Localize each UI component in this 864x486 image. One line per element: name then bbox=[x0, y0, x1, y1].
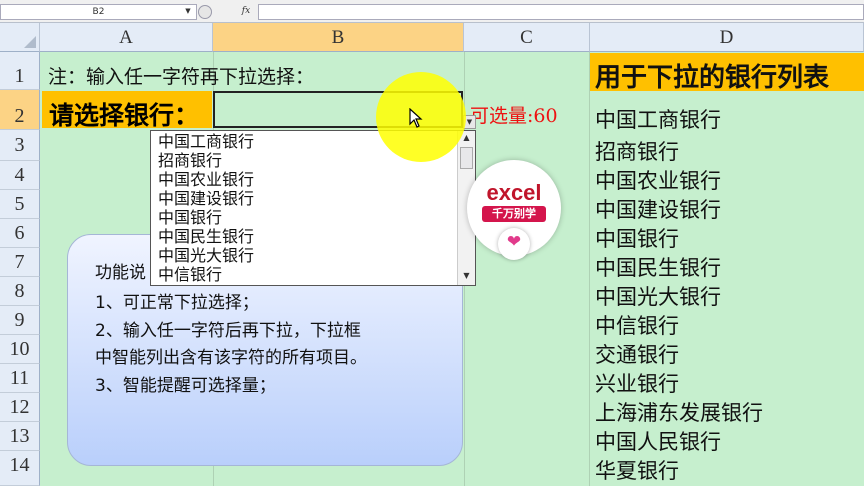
bank-list-header: 用于下拉的银行列表 bbox=[595, 63, 830, 93]
row-header[interactable]: 6 bbox=[0, 219, 40, 248]
formula-bar-expand-icon[interactable] bbox=[198, 5, 212, 19]
dropdown-option[interactable]: 中国光大银行 bbox=[158, 246, 254, 265]
dropdown-option[interactable]: 中国工商银行 bbox=[158, 132, 254, 151]
bank-list-item[interactable]: 中国建设银行 bbox=[595, 194, 721, 224]
bank-list-item[interactable]: 中信银行 bbox=[595, 310, 679, 340]
row-header[interactable]: 7 bbox=[0, 248, 40, 277]
row-header[interactable]: 12 bbox=[0, 393, 40, 422]
bank-list-item[interactable]: 中国民生银行 bbox=[595, 252, 721, 282]
bank-list-item[interactable]: 招商银行 bbox=[595, 136, 679, 166]
callout-line: 1、可正常下拉选择； bbox=[95, 293, 259, 313]
row-header[interactable]: 8 bbox=[0, 277, 40, 306]
name-box[interactable]: B2 bbox=[0, 4, 197, 20]
dropdown-option[interactable]: 中国民生银行 bbox=[158, 227, 254, 246]
bank-list-item[interactable]: 中国光大银行 bbox=[595, 281, 721, 311]
callout-line: 3、智能提醒可选择量； bbox=[95, 376, 276, 396]
formula-input[interactable] bbox=[258, 4, 864, 20]
row-header[interactable]: 10 bbox=[0, 335, 40, 364]
bank-list-item[interactable]: 交通银行 bbox=[595, 339, 679, 369]
row-header[interactable]: 14 bbox=[0, 451, 40, 486]
grid-line bbox=[589, 52, 590, 486]
dropdown-option[interactable]: 招商银行 bbox=[158, 151, 222, 170]
bank-list-item[interactable]: 华夏银行 bbox=[595, 455, 679, 485]
bank-list-item[interactable]: 中国银行 bbox=[595, 223, 679, 253]
bank-list-item[interactable]: 上海浦东发展银行 bbox=[595, 397, 763, 427]
logo-subtext: 千万别学 bbox=[482, 206, 546, 222]
column-header-b[interactable]: B bbox=[213, 23, 464, 52]
row-header[interactable]: 1 bbox=[0, 52, 40, 90]
row-header[interactable]: 3 bbox=[0, 130, 40, 161]
row-header[interactable]: 9 bbox=[0, 306, 40, 335]
heart-icon: ❤ bbox=[506, 232, 522, 252]
column-header-a[interactable]: A bbox=[40, 23, 213, 52]
dropdown-option[interactable]: 中国农业银行 bbox=[158, 170, 254, 189]
bank-list-item[interactable]: 中国工商银行 bbox=[595, 104, 721, 134]
callout-line: 中智能列出含有该字符的所有项目。 bbox=[95, 348, 367, 368]
scroll-down-icon[interactable]: ▼ bbox=[458, 269, 475, 283]
scroll-thumb[interactable] bbox=[460, 147, 473, 169]
bank-list-item[interactable]: 兴业银行 bbox=[595, 368, 679, 398]
select-bank-label: 请选择银行： bbox=[49, 101, 200, 130]
dropdown-option[interactable]: 中国银行 bbox=[158, 208, 222, 227]
cell-a1-note[interactable]: 注：输入任一字符再下拉选择： bbox=[48, 62, 314, 89]
column-header-c[interactable]: C bbox=[464, 23, 590, 52]
mouse-cursor-icon bbox=[409, 108, 423, 128]
insert-function-button[interactable]: fx bbox=[238, 4, 254, 18]
row-header[interactable]: 11 bbox=[0, 364, 40, 393]
row-header[interactable]: 5 bbox=[0, 190, 40, 219]
dropdown-option[interactable]: 中信银行 bbox=[158, 265, 222, 284]
row-header[interactable]: 4 bbox=[0, 161, 40, 190]
name-box-dropdown-icon[interactable]: ▼ bbox=[182, 5, 194, 17]
row-header[interactable]: 2 bbox=[0, 90, 40, 130]
row-header[interactable]: 13 bbox=[0, 422, 40, 451]
dropdown-option[interactable]: 中国建设银行 bbox=[158, 189, 254, 208]
bank-list-item[interactable]: 中国农业银行 bbox=[595, 165, 721, 195]
column-header-d[interactable]: D bbox=[590, 23, 864, 52]
callout-line: 2、输入任一字符后再下拉，下拉框 bbox=[95, 321, 361, 341]
callout-title: 功能说 bbox=[95, 263, 146, 283]
bank-list-item[interactable]: 中国人民银行 bbox=[595, 426, 721, 456]
available-count[interactable]: 可选量:60 bbox=[470, 101, 558, 128]
select-all-triangle-icon bbox=[24, 36, 36, 48]
logo-text: excel bbox=[486, 180, 542, 205]
